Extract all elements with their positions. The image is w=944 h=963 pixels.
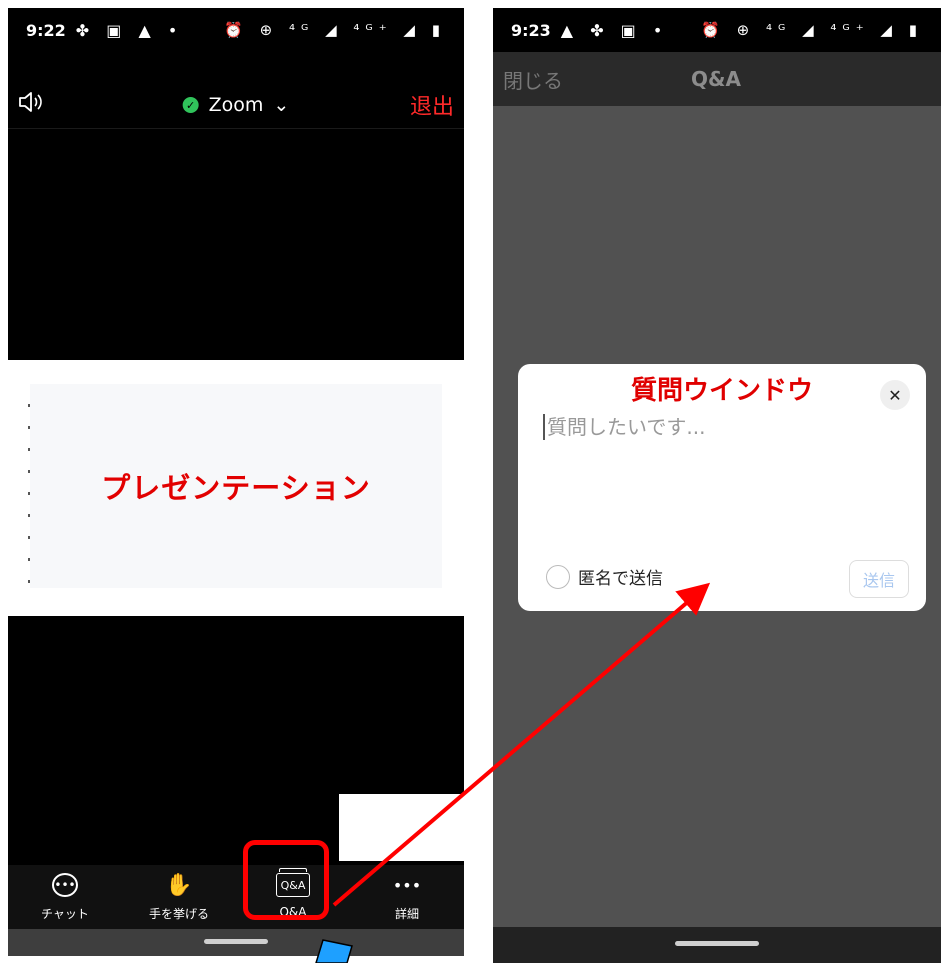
status-time: 9:23	[511, 20, 551, 40]
meeting-title-dropdown[interactable]: ✓ Zoom ⌄	[182, 94, 290, 116]
status-icons-right: ⏰ ⊕ ⁴ᴳ ◢ ⁴ᴳ⁺ ◢ ▮	[701, 21, 923, 39]
presentation-label: プレゼンテーション	[101, 471, 371, 505]
shared-screen: プレゼンテーション	[8, 360, 464, 616]
chat-icon: •••	[52, 873, 78, 897]
raise-hand-icon: ✋	[165, 872, 193, 898]
chat-label: チャット	[41, 907, 89, 921]
status-time: 9:22	[26, 20, 66, 40]
status-icons-left: ▲ ✤ ▣ •	[560, 20, 669, 40]
close-icon[interactable]: ✕	[880, 380, 910, 410]
shield-check-icon: ✓	[182, 97, 199, 113]
qa-title: Q&A	[691, 67, 741, 91]
question-input[interactable]	[543, 414, 856, 440]
right-phone-screen: 9:23 ▲ ✤ ▣ • ⏰ ⊕ ⁴ᴳ ◢ ⁴ᴳ⁺ ◢ ▮ 閉じる Q&A 質問…	[493, 8, 941, 963]
presentation-slide: プレゼンテーション	[30, 384, 442, 588]
anonymous-toggle[interactable]: 匿名で送信	[546, 564, 663, 589]
bottom-toolbar: ••• チャット ✋ 手を挙げる Q&A Q&A ••• 詳細	[8, 865, 464, 929]
speaker-icon[interactable]	[18, 91, 44, 119]
meeting-title: Zoom	[208, 94, 264, 116]
close-button[interactable]: 閉じる	[503, 65, 563, 94]
raise-hand-button[interactable]: ✋ 手を挙げる	[122, 865, 236, 929]
more-label: 詳細	[394, 907, 419, 921]
chevron-down-icon: ⌄	[273, 94, 290, 116]
anonymous-label: 匿名で送信	[578, 569, 663, 589]
divider	[8, 128, 464, 129]
qa-header: 閉じる Q&A	[493, 52, 941, 106]
send-button[interactable]: 送信	[849, 560, 909, 598]
anonymous-radio[interactable]	[546, 564, 570, 589]
more-button[interactable]: ••• 詳細	[350, 865, 464, 929]
android-nav-bar	[493, 927, 941, 963]
home-gesture-handle[interactable]	[204, 939, 268, 944]
more-icon: •••	[392, 875, 422, 895]
home-gesture-handle[interactable]	[675, 941, 759, 946]
meeting-top-bar: ✓ Zoom ⌄ 退出	[8, 82, 464, 128]
qa-highlight-box	[243, 840, 329, 920]
video-thumbnail[interactable]	[339, 794, 464, 861]
question-dialog: 質問ウインドウ ✕ 匿名で送信 送信	[518, 364, 926, 611]
status-icons-left: ✤ ▣ ▲ •	[75, 20, 184, 40]
raise-hand-label: 手を挙げる	[148, 907, 209, 921]
dialog-title: 質問ウインドウ	[630, 376, 813, 406]
android-nav-bar	[8, 929, 464, 956]
leave-button[interactable]: 退出	[410, 89, 454, 121]
left-phone-screen: 9:22 ✤ ▣ ▲ • ⏰ ⊕ ⁴ᴳ ◢ ⁴ᴳ⁺ ◢ ▮ ✓ Zoom ⌄ 退…	[8, 8, 464, 956]
chat-button[interactable]: ••• チャット	[8, 865, 122, 929]
status-bar: 9:22 ✤ ▣ ▲ • ⏰ ⊕ ⁴ᴳ ◢ ⁴ᴳ⁺ ◢ ▮	[8, 8, 464, 52]
status-icons-right: ⏰ ⊕ ⁴ᴳ ◢ ⁴ᴳ⁺ ◢ ▮	[224, 21, 446, 39]
status-bar: 9:23 ▲ ✤ ▣ • ⏰ ⊕ ⁴ᴳ ◢ ⁴ᴳ⁺ ◢ ▮	[493, 8, 941, 52]
